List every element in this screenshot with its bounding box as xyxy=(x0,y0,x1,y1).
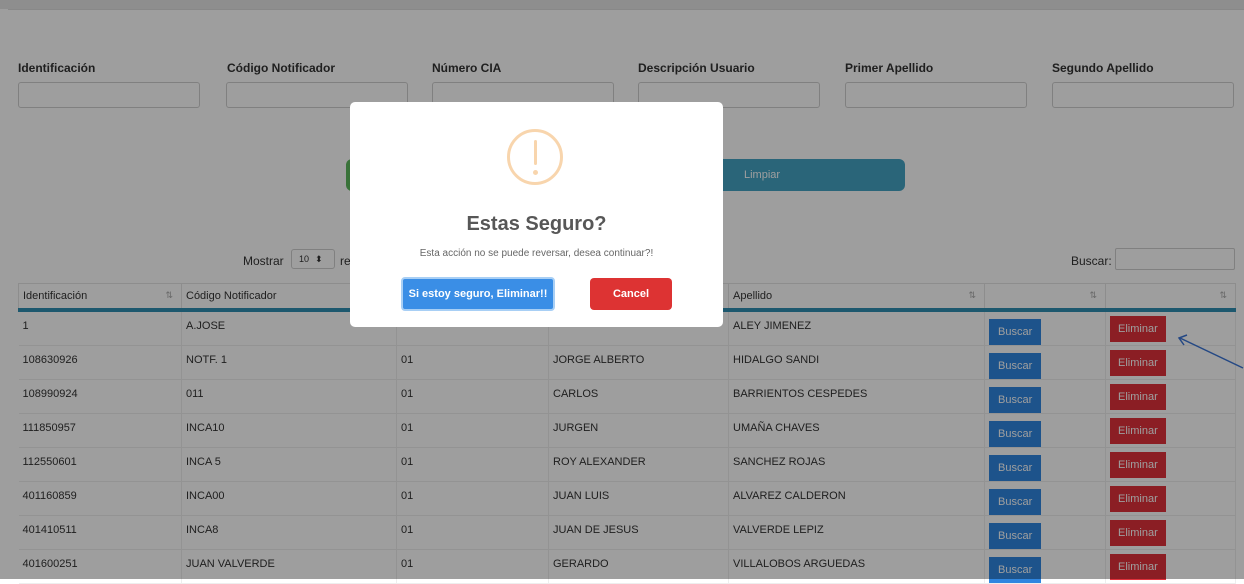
cancel-button[interactable]: Cancel xyxy=(590,278,672,310)
warning-dot xyxy=(533,170,538,175)
confirm-dialog: Estas Seguro? Esta acción no se puede re… xyxy=(350,102,723,327)
dialog-title: Estas Seguro? xyxy=(466,213,607,235)
warning-bar xyxy=(534,140,537,165)
confirm-delete-button[interactable]: Si estoy seguro, Eliminar!! xyxy=(401,277,555,311)
dialog-message: Esta acción no se puede reversar, desea … xyxy=(419,248,654,259)
warning-icon xyxy=(507,129,563,185)
